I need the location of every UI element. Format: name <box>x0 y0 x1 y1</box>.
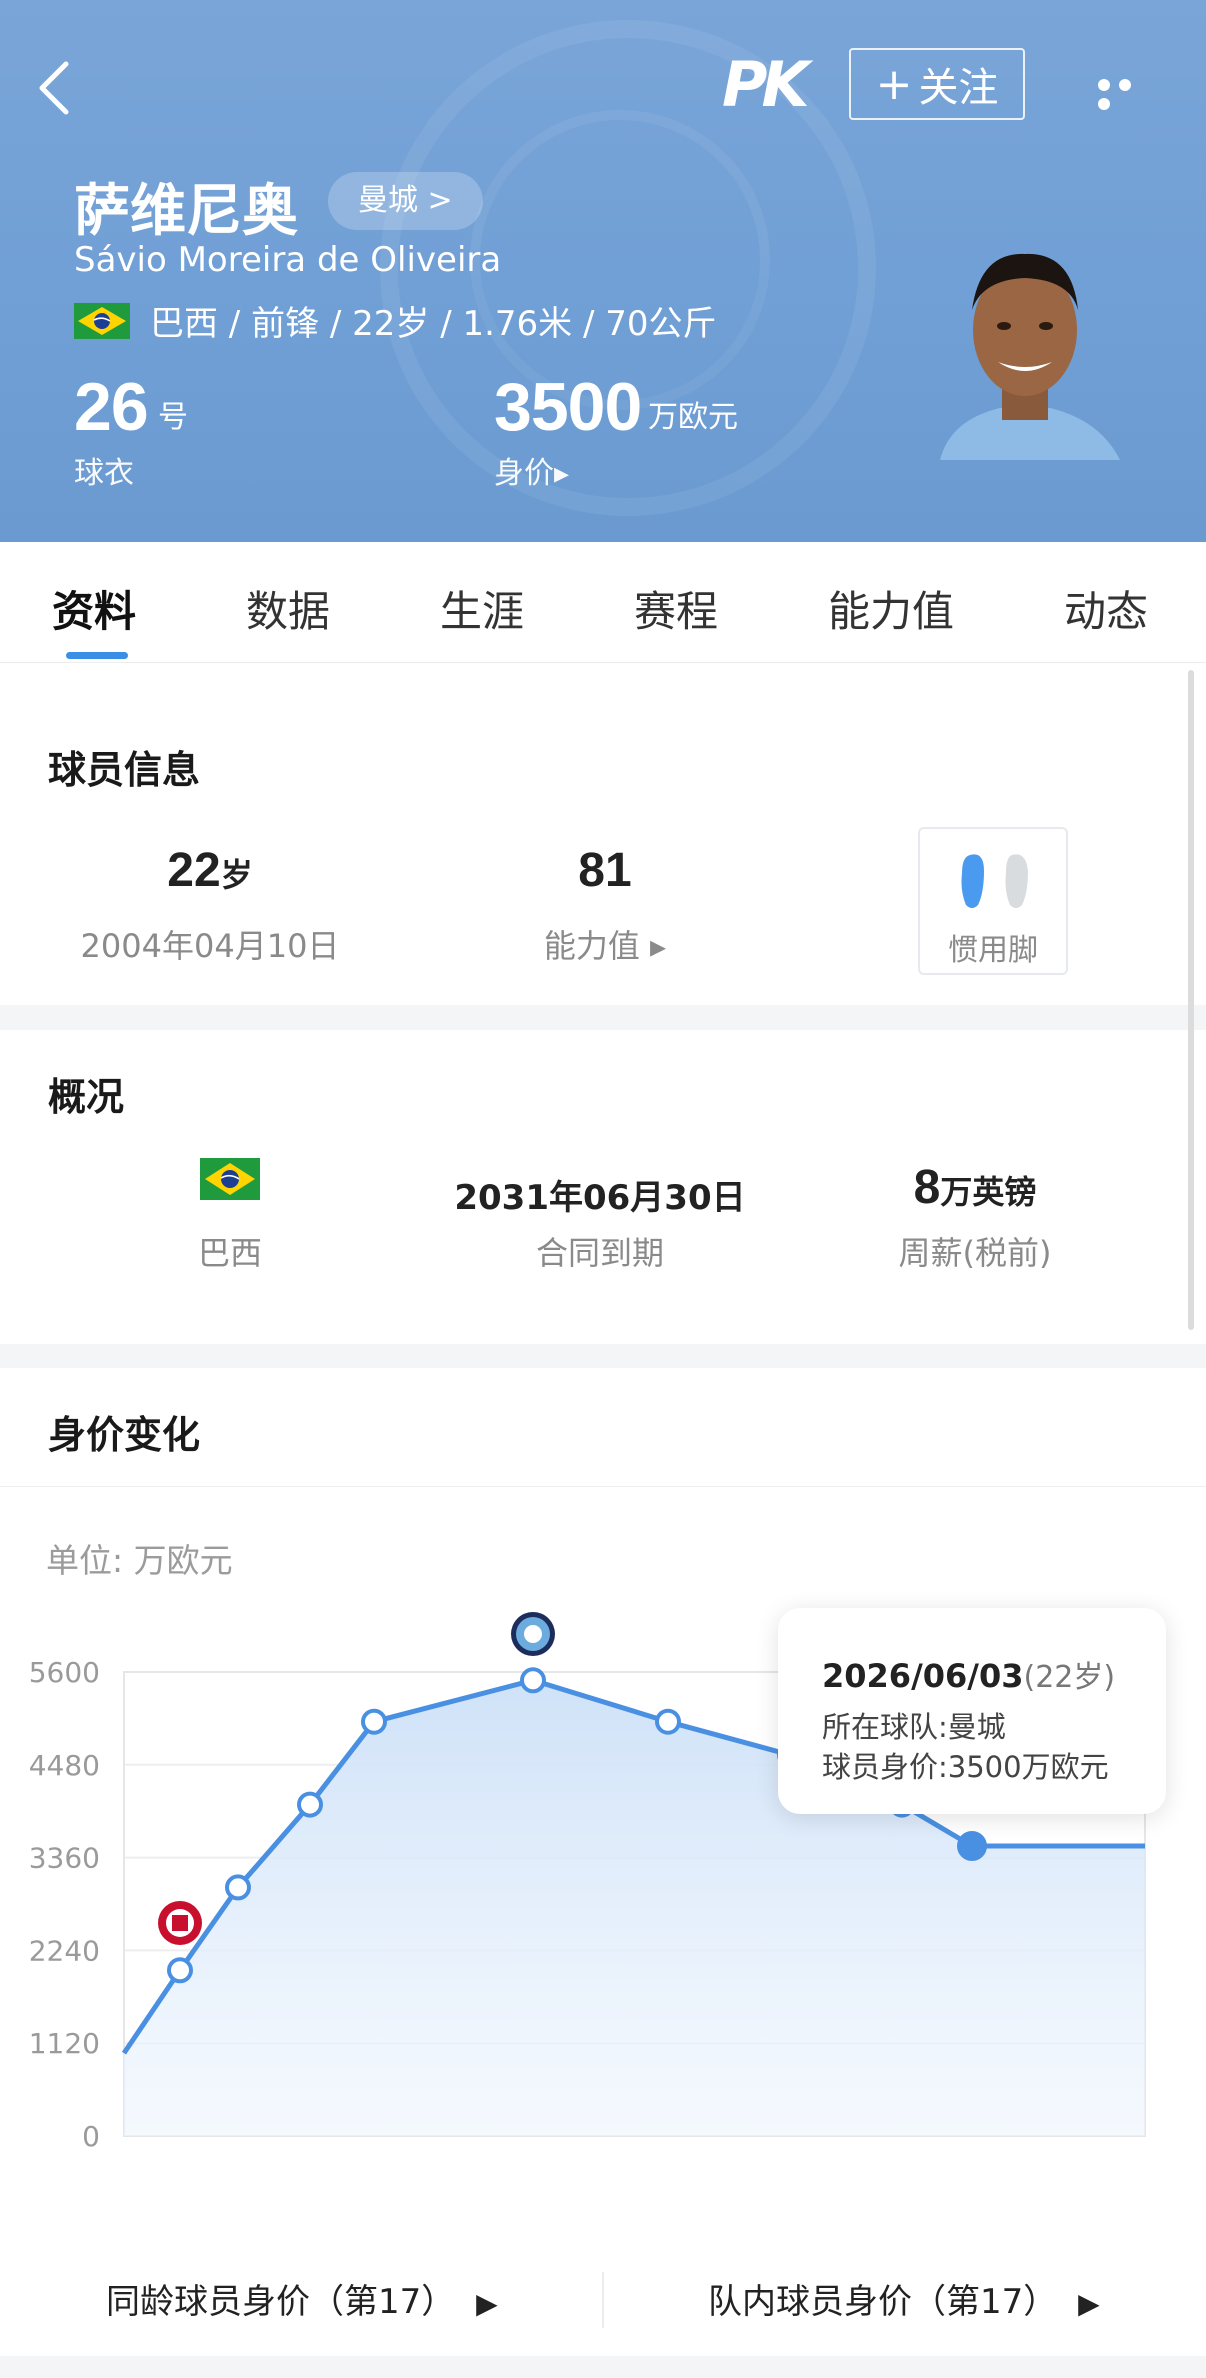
tab-news[interactable]: 动态 <box>1064 578 1148 639</box>
follow-label: 关注 <box>918 65 999 111</box>
preferred-foot-label: 惯用脚 <box>948 933 1038 968</box>
age-value: 22岁 <box>150 843 270 898</box>
feet-icon <box>961 854 1028 908</box>
play-arrow-icon: ▶ <box>1078 2287 1100 2320</box>
plus-icon: + <box>875 58 913 110</box>
tooltip-value: 球员身价:3500万欧元 <box>822 1750 1109 1784</box>
link-divider <box>602 2272 604 2328</box>
market-value-unit: 万欧元 <box>648 400 738 435</box>
play-arrow-icon: ▶ <box>476 2287 498 2320</box>
brazil-flag-icon <box>74 302 130 339</box>
overview-card: 概况 巴西 2031年06月30日 合同到期 8万英镑 周薪(税前) <box>0 1030 1206 1344</box>
brazil-flag-icon <box>200 1158 260 1200</box>
market-value: 3500 <box>494 369 642 445</box>
player-avatar <box>940 253 1120 460</box>
shirt-unit: 号 <box>158 400 188 435</box>
player-header: PK + 关注 萨维尼奥 曼城 > Sávio Moreira de Olive… <box>0 0 1206 542</box>
tab-bar: 资料 数据 生涯 赛程 能力值 动态 <box>0 542 1206 663</box>
same-age-rank-text: 同龄球员身价（第17） <box>106 2282 456 2322</box>
tooltip-team: 所在球队:曼城 <box>822 1710 1006 1744</box>
salary-number: 8 <box>913 1161 941 1214</box>
player-meta: 巴西 / 前锋 / 22岁 / 1.76米 / 70公斤 <box>74 296 717 345</box>
contract-label: 合同到期 <box>535 1234 664 1272</box>
value-tooltip: 2026/06/03(22岁) 所在球队:曼城 球员身价:3500万欧元 <box>778 1608 1166 1814</box>
salary-label: 周薪(税前) <box>898 1234 1052 1272</box>
birthday: 2004年04月10日 <box>80 927 340 965</box>
y-tick-label: 4480 <box>29 1749 100 1782</box>
active-tab-indicator <box>66 652 128 659</box>
tab-career[interactable]: 生涯 <box>440 578 524 639</box>
tab-schedule[interactable]: 赛程 <box>634 578 718 639</box>
tooltip-age: (22岁) <box>1023 1660 1116 1695</box>
data-point[interactable] <box>167 1957 193 1984</box>
y-tick-label: 0 <box>82 2120 100 2153</box>
y-tick-label: 2240 <box>29 1934 100 1967</box>
overview-title: 概况 <box>48 1075 125 1119</box>
girona-crest-icon <box>158 1901 202 1945</box>
data-point[interactable] <box>361 1708 387 1735</box>
shirt-label: 球衣 <box>74 456 134 491</box>
age-number: 22 <box>167 844 221 897</box>
country-label: 巴西 <box>197 1234 262 1272</box>
team-rank-text: 队内球员身价（第17） <box>708 2282 1058 2322</box>
player-meta-text: 巴西 / 前锋 / 22岁 / 1.76米 / 70公斤 <box>150 304 717 344</box>
tooltip-date: 2026/06/03 <box>822 1657 1024 1695</box>
man-city-crest-icon <box>511 1612 555 1656</box>
data-point[interactable] <box>297 1791 323 1818</box>
shirt-number: 26 <box>74 369 149 445</box>
y-tick-label: 1120 <box>29 2027 100 2060</box>
back-arrow-icon[interactable] <box>34 58 74 118</box>
age-unit: 岁 <box>220 856 253 894</box>
value-chart-title: 身价变化 <box>48 1413 201 1457</box>
chart-unit-label: 单位: 万欧元 <box>46 1541 233 1580</box>
selected-data-point[interactable] <box>957 1831 987 1861</box>
preferred-foot-box: 惯用脚 <box>918 827 1068 975</box>
divider <box>0 1486 1206 1487</box>
tooltip-date-row: 2026/06/03(22岁) <box>822 1652 1115 1696</box>
club-crest-watermark-inner <box>470 110 770 410</box>
scrollbar[interactable] <box>1188 670 1194 1330</box>
market-value-link[interactable]: 身价▸ <box>494 448 569 492</box>
team-link[interactable]: 曼城 > <box>328 172 483 230</box>
more-menu-icon[interactable] <box>1098 76 1158 110</box>
salary-value: 8万英镑 <box>860 1160 1090 1215</box>
same-age-rank-link[interactable]: 同龄球员身价（第17） ▶ <box>106 2274 498 2323</box>
rank-links: 同龄球员身价（第17） ▶ 队内球员身价（第17） ▶ <box>0 2236 1206 2356</box>
team-rank-link[interactable]: 队内球员身价（第17） ▶ <box>708 2274 1100 2323</box>
salary-unit: 万英镑 <box>940 1173 1037 1211</box>
player-latin-name: Sávio Moreira de Oliveira <box>74 240 502 280</box>
data-point[interactable] <box>225 1874 251 1901</box>
y-tick-label: 3360 <box>29 1842 100 1875</box>
player-name: 萨维尼奥 <box>74 179 298 244</box>
y-tick-label: 5600 <box>29 1656 100 1689</box>
tab-profile[interactable]: 资料 <box>52 578 136 639</box>
ability-value: 81 <box>578 844 632 897</box>
player-info-title: 球员信息 <box>48 748 201 792</box>
ability-link[interactable]: 能力值 ▸ <box>500 921 710 967</box>
tab-stats[interactable]: 数据 <box>246 578 330 639</box>
tab-ability[interactable]: 能力值 <box>828 578 954 639</box>
data-point[interactable] <box>520 1667 546 1694</box>
contract-date: 2031年06月30日 <box>454 1178 746 1218</box>
pk-logo[interactable]: PK <box>722 48 810 121</box>
data-point[interactable] <box>655 1708 681 1735</box>
follow-button[interactable]: + 关注 <box>849 48 1025 120</box>
